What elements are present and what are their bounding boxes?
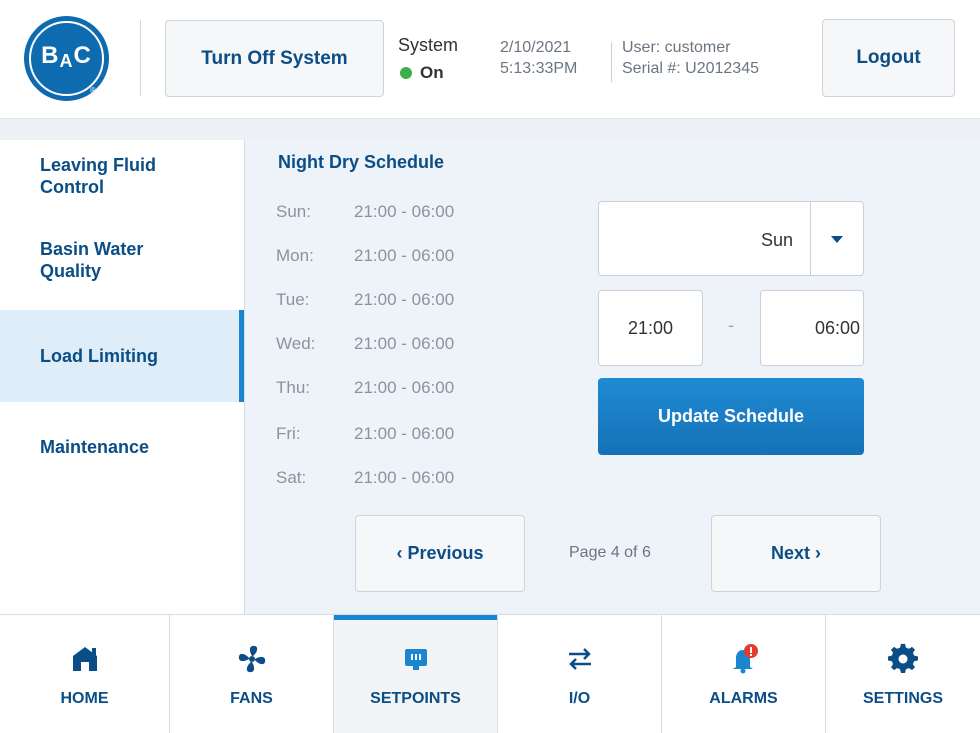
schedule-day: Mon: [276, 246, 314, 265]
schedule-day: Sat: [276, 468, 307, 487]
schedule-title: Night Dry Schedule [278, 152, 445, 172]
date-time: 2/10/2021 5:13:33PM [500, 37, 577, 79]
nav-fans[interactable]: FANS [170, 615, 334, 733]
schedule-time: 21:00 - 06:00 [354, 290, 455, 309]
system-label: System [398, 35, 459, 55]
schedule-time: 21:00 - 06:00 [354, 424, 455, 443]
bac-logo: BAC ® [24, 16, 109, 101]
serial-number: Serial #: U2012345 [622, 60, 759, 77]
logo-letter-b: B [41, 42, 60, 69]
alarm-bell-icon [732, 644, 758, 674]
home-icon [72, 647, 97, 671]
sidebar-item-leaving-fluid-control[interactable]: Leaving Fluid Control [0, 148, 244, 204]
schedule-row: Sat: 21:00 - 06:00 [276, 468, 454, 488]
logo-letter-a: A [59, 51, 74, 71]
nav-io-label: I/O [568, 690, 591, 707]
status-dot-icon [400, 67, 412, 79]
sidebar-item-label-line2: Control [40, 177, 104, 197]
bottom-nav: HOME FANS SETPOINTS I/O ALARMS SETTINGS [0, 614, 980, 733]
app-root: BAC ® Turn Off System System On 2/10/202… [0, 0, 980, 733]
schedule-day: Sun: [276, 202, 311, 221]
nav-alarms[interactable]: ALARMS [662, 615, 826, 733]
schedule-day: Fri: [276, 424, 301, 443]
sidebar-item-label: Basin Water Quality [40, 238, 143, 282]
sidebar: Leaving Fluid Control Basin Water Qualit… [0, 140, 244, 614]
sidebar-item-load-limiting[interactable]: Load Limiting [0, 310, 244, 402]
nav-fans-label: FANS [230, 690, 273, 707]
schedule-row: Tue: 21:00 - 06:00 [276, 290, 454, 310]
current-time: 5:13:33PM [500, 60, 578, 77]
user-name: User: customer [622, 39, 731, 56]
schedule-day: Thu: [276, 378, 311, 397]
logo-text: BAC [24, 42, 109, 71]
schedule-time: 21:00 - 06:00 [354, 246, 455, 265]
nav-settings[interactable]: SETTINGS [826, 615, 980, 733]
sidebar-item-label: Maintenance [40, 437, 150, 457]
logout-button[interactable]: Logout [822, 19, 955, 97]
schedule-time: 21:00 - 06:00 [354, 334, 455, 353]
nav-io[interactable]: I/O [498, 615, 662, 733]
header-divider-2 [611, 42, 612, 82]
schedule-row: Fri: 21:00 - 06:00 [276, 424, 454, 444]
schedule-time: 21:00 - 06:00 [354, 202, 455, 221]
schedule-time: 21:00 - 06:00 [354, 468, 455, 487]
nav-home[interactable]: HOME [0, 615, 170, 733]
sidebar-item-label-line1: Basin Water [40, 239, 144, 259]
page-indicator: Page 4 of 6 [569, 544, 651, 561]
schedule-row: Wed: 21:00 - 06:00 [276, 334, 454, 354]
current-date: 2/10/2021 [500, 39, 572, 56]
system-status: On [400, 63, 444, 83]
previous-page-button[interactable]: ‹ Previous [355, 515, 525, 592]
logo-letter-c: C [73, 42, 92, 69]
header-divider [140, 20, 141, 96]
setpoints-icon [404, 649, 427, 670]
time-separator: - [728, 315, 734, 335]
schedule-day: Tue: [276, 290, 310, 309]
sidebar-item-label-line2: Quality [40, 261, 102, 281]
system-status-text: On [420, 63, 444, 82]
day-select-dropdown[interactable]: Sun [598, 201, 864, 276]
header-bar: BAC ® Turn Off System System On 2/10/202… [0, 0, 980, 118]
day-select-value: Sun [760, 230, 793, 250]
turn-off-system-button[interactable]: Turn Off System [165, 20, 384, 97]
next-page-button[interactable]: Next › [711, 515, 881, 592]
nav-settings-label: SETTINGS [862, 690, 943, 707]
select-divider [810, 202, 811, 275]
nav-setpoints[interactable]: SETPOINTS [334, 615, 498, 733]
fan-icon [238, 645, 265, 673]
logo-registered-mark: ® [90, 86, 96, 95]
start-time-input[interactable]: 21:00 [598, 290, 703, 366]
gear-icon [888, 643, 918, 674]
schedule-time: 21:00 - 06:00 [354, 378, 455, 397]
nav-alarms-label: ALARMS [709, 690, 778, 707]
sidebar-item-maintenance[interactable]: Maintenance [0, 418, 244, 478]
schedule-day: Wed: [276, 334, 316, 353]
chevron-down-icon[interactable] [831, 236, 843, 243]
nav-home-label: HOME [60, 690, 109, 707]
content-top-strip [0, 118, 980, 140]
sidebar-item-label: Load Limiting [40, 346, 158, 366]
nav-active-indicator [334, 615, 497, 620]
user-info: User: customer Serial #: U2012345 [622, 37, 759, 79]
sidebar-item-label-line1: Leaving Fluid [40, 155, 157, 175]
schedule-row: Sun: 21:00 - 06:00 [276, 202, 454, 222]
io-arrows-icon [568, 648, 591, 670]
schedule-row: Thu: 21:00 - 06:00 [276, 378, 454, 398]
sidebar-item-basin-water-quality[interactable]: Basin Water Quality [0, 236, 244, 296]
sidebar-item-label: Leaving Fluid Control [40, 154, 156, 198]
end-time-input[interactable]: 06:00 [760, 290, 864, 366]
nav-setpoints-label: SETPOINTS [370, 690, 461, 707]
update-schedule-button[interactable]: Update Schedule [598, 378, 864, 455]
schedule-row: Mon: 21:00 - 06:00 [276, 246, 454, 266]
